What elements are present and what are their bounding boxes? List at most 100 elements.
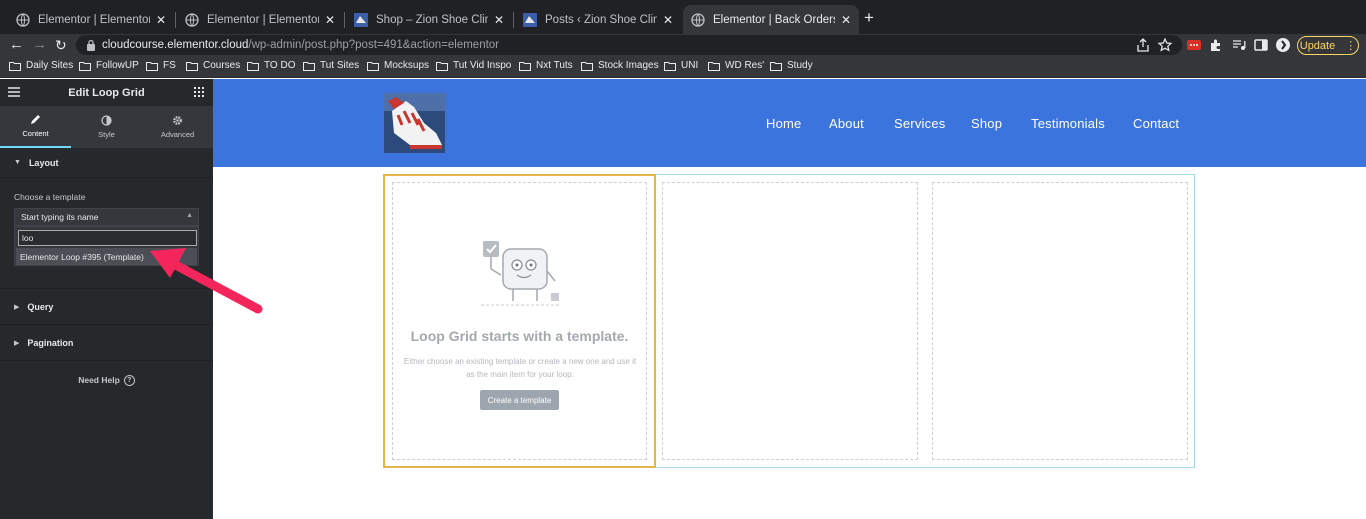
tab-title: Shop – Zion Shoe Clinic (376, 13, 488, 26)
folder-icon (186, 61, 198, 71)
profile-icon[interactable] (1275, 37, 1291, 53)
close-tab-icon[interactable]: ✕ (325, 13, 335, 27)
folder-icon (9, 61, 21, 71)
bookmark-folder[interactable]: Courses (186, 60, 240, 71)
empty-state-title: Loop Grid starts with a template. (410, 328, 629, 344)
media-icon[interactable] (1231, 37, 1247, 53)
section-layout-header[interactable]: ▼ Layout (0, 148, 213, 178)
close-tab-icon[interactable]: ✕ (494, 13, 504, 27)
caret-right-icon: ▶ (14, 339, 20, 347)
caret-up-icon: ▲ (186, 212, 193, 219)
folder-icon (303, 61, 315, 71)
create-template-button[interactable]: Create a template (480, 390, 559, 410)
site-logo[interactable] (384, 93, 445, 153)
bookmark-folder[interactable]: Tut Vid Inspo (436, 60, 511, 71)
loop-grid-item-selected[interactable]: Loop Grid starts with a template. Either… (383, 174, 656, 468)
bookmarks-bar: Daily Sites FollowUP FS Courses TO DO Tu… (0, 56, 1366, 78)
loop-grid-item[interactable] (662, 182, 918, 460)
update-button[interactable]: Update ⋮ (1297, 36, 1359, 55)
folder-icon (581, 61, 593, 71)
bookmark-folder[interactable]: Study (770, 60, 813, 71)
widgets-grid-icon[interactable] (194, 87, 204, 97)
address-bar[interactable]: cloudcourse.elementor.cloud/wp-admin/pos… (76, 35, 1182, 55)
browser-tab[interactable]: Posts ‹ Zion Shoe Clinic — Wo ✕ (515, 5, 681, 34)
star-icon[interactable] (1157, 37, 1173, 53)
folder-icon (367, 61, 379, 71)
globe-icon (185, 12, 199, 27)
nav-contact[interactable]: Contact (1133, 116, 1179, 131)
template-search-input[interactable]: loo (18, 230, 197, 246)
sneaker-logo-icon (384, 93, 445, 153)
panel-header: Edit Loop Grid (0, 79, 213, 106)
puzzle-icon[interactable] (1208, 37, 1224, 53)
new-tab-icon[interactable]: + (864, 8, 874, 28)
kebab-menu-icon: ⋮ (1345, 40, 1357, 52)
folder-icon (79, 61, 91, 71)
close-tab-icon[interactable]: ✕ (663, 13, 673, 27)
sidepanel-icon[interactable] (1253, 37, 1269, 53)
folder-icon (770, 61, 782, 71)
browser-tab-active[interactable]: Elementor | Back Orders ✕ (683, 5, 859, 34)
browser-toolbar: ← → ↻ cloudcourse.elementor.cloud/wp-adm… (0, 34, 1366, 56)
tab-title: Elementor | Elementor Loop Ite (38, 13, 150, 26)
nav-about[interactable]: About (829, 116, 864, 131)
loop-grid: Loop Grid starts with a template. Either… (383, 174, 1195, 468)
nav-testimonials[interactable]: Testimonials (1031, 116, 1105, 131)
robot-illustration-icon (481, 241, 561, 306)
template-option[interactable]: Elementor Loop #395 (Template) (16, 248, 197, 265)
extension-red-icon[interactable] (1186, 37, 1202, 53)
lock-icon (87, 39, 95, 51)
loop-item-placeholder: Loop Grid starts with a template. Either… (392, 182, 647, 460)
browser-tab[interactable]: Elementor | Elementor Loop #3 ✕ (177, 5, 343, 34)
nav-shop[interactable]: Shop (971, 116, 1002, 131)
section-query-header[interactable]: ▶ Query (0, 289, 213, 325)
tab-title: Posts ‹ Zion Shoe Clinic — Wo (545, 13, 657, 26)
bookmark-folder[interactable]: Stock Images (581, 60, 659, 71)
browser-tab[interactable]: Elementor | Elementor Loop Ite ✕ (8, 5, 174, 34)
tab-content[interactable]: Content (0, 106, 71, 148)
help-icon: ? (123, 375, 135, 387)
browser-tab[interactable]: Shop – Zion Shoe Clinic ✕ (346, 5, 512, 34)
section-layout-body: Choose a template Start typing its name … (0, 178, 213, 289)
browser-tab-strip: Elementor | Elementor Loop Ite ✕ Element… (0, 0, 1366, 34)
bookmark-folder[interactable]: UNI (664, 60, 698, 71)
forward-icon[interactable]: → (32, 36, 47, 54)
bookmark-folder[interactable]: FollowUP (79, 60, 139, 71)
bookmark-folder[interactable]: TO DO (247, 60, 295, 71)
bookmark-folder[interactable]: Mocksups (367, 60, 429, 71)
reload-icon[interactable]: ↻ (55, 36, 67, 54)
folder-icon (664, 61, 676, 71)
template-select[interactable]: Start typing its name ▲ (14, 208, 199, 226)
globe-icon (16, 12, 30, 27)
pencil-icon (31, 115, 40, 124)
bookmark-folder[interactable]: Daily Sites (9, 60, 73, 71)
close-tab-icon[interactable]: ✕ (156, 13, 166, 27)
share-icon[interactable] (1135, 37, 1151, 53)
site-preview: Home About Services Shop Testimonials Co… (213, 79, 1366, 519)
bookmark-folder[interactable]: Tut Sites (303, 60, 359, 71)
bookmark-folder[interactable]: WD Res' (708, 60, 764, 71)
tab-style[interactable]: Style (71, 106, 142, 148)
url-text: cloudcourse.elementor.cloud/wp-admin/pos… (102, 39, 500, 51)
bookmark-folder[interactable]: Nxt Tuts (519, 60, 573, 71)
section-pagination-header[interactable]: ▶ Pagination (0, 325, 213, 361)
folder-icon (436, 61, 448, 71)
elementor-panel: Edit Loop Grid Content Style Advanced ▼ … (0, 79, 213, 519)
tab-advanced[interactable]: Advanced (142, 106, 213, 148)
loop-grid-item[interactable] (932, 182, 1188, 460)
nav-services[interactable]: Services (894, 116, 945, 131)
close-tab-icon[interactable]: ✕ (841, 13, 851, 27)
choose-template-label: Choose a template (14, 192, 86, 202)
nav-home[interactable]: Home (766, 116, 801, 131)
folder-icon (519, 61, 531, 71)
bookmark-folder[interactable]: FS (146, 60, 176, 71)
back-icon[interactable]: ← (9, 36, 24, 54)
template-dropdown: loo Elementor Loop #395 (Template) (14, 226, 199, 266)
folder-icon (146, 61, 158, 71)
caret-right-icon: ▶ (14, 303, 20, 311)
need-help-link[interactable]: Need Help? (0, 375, 213, 387)
panel-tabs: Content Style Advanced (0, 106, 213, 148)
tab-title: Elementor | Elementor Loop #3 (207, 13, 319, 26)
caret-down-icon: ▼ (14, 159, 21, 166)
folder-icon (247, 61, 259, 71)
